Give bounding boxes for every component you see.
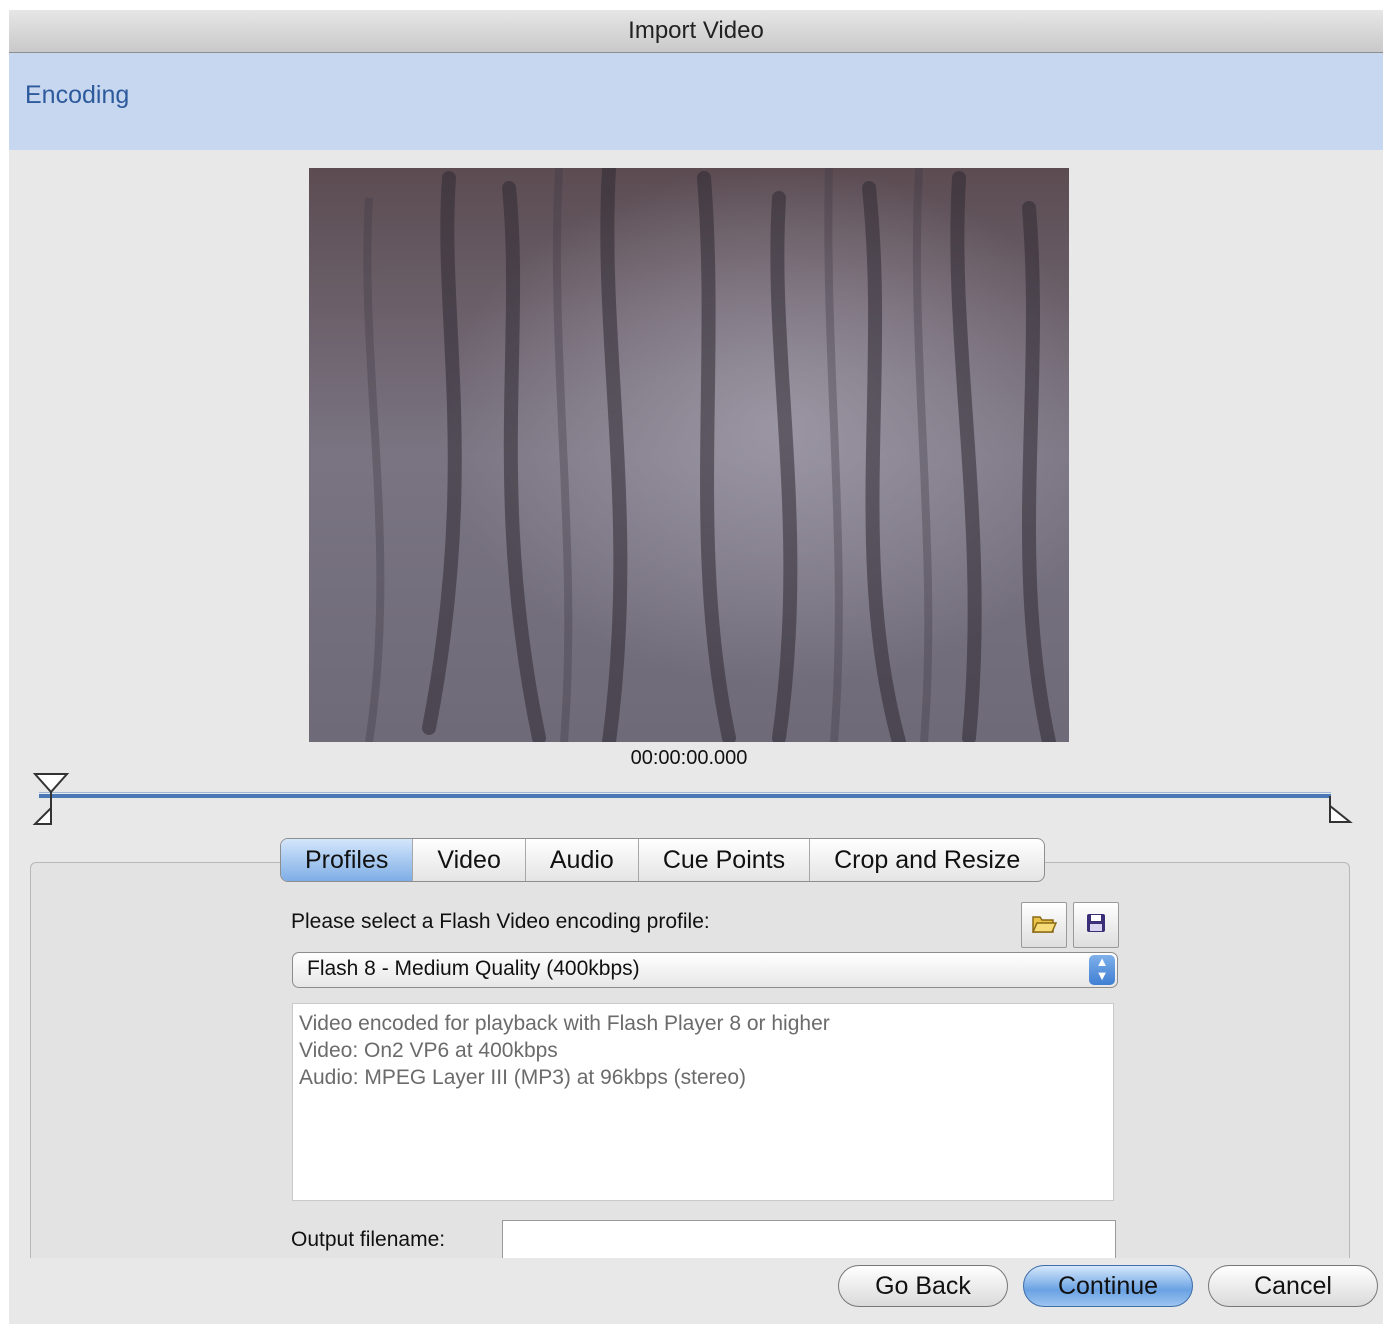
step-title: Encoding xyxy=(25,81,130,109)
profile-select-value: Flash 8 - Medium Quality (400kbps) xyxy=(307,957,640,980)
output-filename-label: Output filename: xyxy=(291,1228,446,1251)
open-profile-button[interactable] xyxy=(1021,902,1067,948)
video-preview xyxy=(309,168,1069,742)
tab-cue-points[interactable]: Cue Points xyxy=(639,839,811,881)
tab-audio[interactable]: Audio xyxy=(526,839,639,881)
timeline-highlight xyxy=(39,792,1331,793)
profile-prompt: Please select a Flash Video encoding pro… xyxy=(291,910,710,933)
folder-open-icon xyxy=(1031,916,1057,933)
save-profile-button[interactable] xyxy=(1073,902,1119,948)
profile-description: Video encoded for playback with Flash Pl… xyxy=(292,1003,1114,1201)
tab-profiles[interactable]: Profiles xyxy=(281,839,414,881)
profile-select[interactable]: Flash 8 - Medium Quality (400kbps) ▲ ▼ xyxy=(292,952,1118,988)
description-line: Video encoded for playback with Flash Pl… xyxy=(299,1012,830,1035)
step-header: Encoding xyxy=(9,53,1383,150)
settings-tabs: Profiles Video Audio Cue Points Crop and… xyxy=(280,838,1046,882)
window-title: Import Video xyxy=(628,17,764,44)
import-video-dialog: Import Video Encoding 00:00:00.000 Profi… xyxy=(9,10,1383,1324)
save-disk-icon xyxy=(1087,914,1105,932)
in-point-marker-icon[interactable] xyxy=(32,772,70,828)
tab-video[interactable]: Video xyxy=(413,839,526,881)
go-back-button[interactable]: Go Back xyxy=(838,1265,1008,1307)
timeline-scrubber[interactable] xyxy=(39,794,1331,798)
tab-crop-and-resize[interactable]: Crop and Resize xyxy=(810,839,1044,881)
cancel-button[interactable]: Cancel xyxy=(1208,1265,1378,1307)
output-filename-field[interactable] xyxy=(502,1220,1116,1260)
video-frame xyxy=(309,168,1069,742)
timecode-readout: 00:00:00.000 xyxy=(630,747,748,769)
title-bar[interactable]: Import Video xyxy=(9,10,1383,53)
select-stepper-icon: ▲ ▼ xyxy=(1089,955,1115,985)
description-line: Video: On2 VP6 at 400kbps xyxy=(299,1039,558,1062)
continue-button[interactable]: Continue xyxy=(1023,1265,1193,1307)
out-point-marker-icon[interactable] xyxy=(1322,794,1354,826)
description-line: Audio: MPEG Layer III (MP3) at 96kbps (s… xyxy=(299,1066,747,1089)
